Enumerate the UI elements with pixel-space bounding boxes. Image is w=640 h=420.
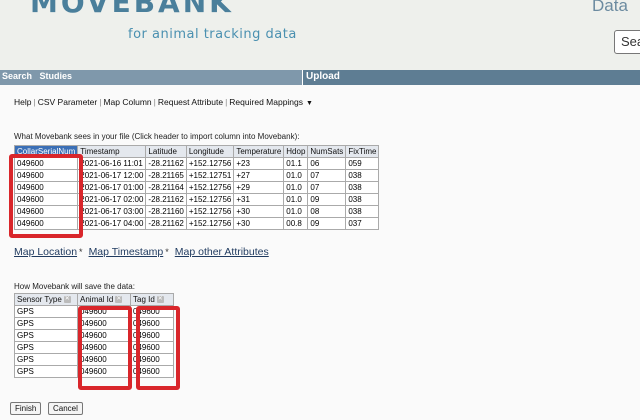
column-header-numsats[interactable]: NumSats bbox=[307, 145, 347, 158]
table-cell: 2021-06-17 03:00 bbox=[77, 205, 147, 218]
map-other-attributes-link[interactable]: Map other Attributes bbox=[175, 246, 269, 258]
table-cell: 01.0 bbox=[283, 193, 309, 206]
table-cell: -28.21162 bbox=[145, 157, 187, 170]
upload-title: Upload bbox=[306, 71, 340, 82]
column-header-timestamp[interactable]: Timestamp bbox=[77, 145, 147, 158]
upload-title-bar: Upload bbox=[302, 70, 640, 85]
table-cell: 059 bbox=[345, 157, 380, 170]
tagline: for animal tracking data bbox=[128, 27, 297, 42]
table-cell: 01.1 bbox=[283, 157, 309, 170]
nav-studies[interactable]: Studies bbox=[40, 71, 73, 81]
remove-column-icon[interactable]: ✕ bbox=[63, 296, 71, 304]
column-header-longitude[interactable]: Longitude bbox=[185, 145, 235, 158]
table-cell: -28.21162 bbox=[145, 217, 187, 230]
menu-required-mappings[interactable]: Required Mappings bbox=[229, 97, 303, 107]
table-cell: 01.0 bbox=[283, 205, 309, 218]
search-input[interactable]: Sea bbox=[614, 30, 640, 54]
nav-links: Search Studies bbox=[2, 71, 77, 81]
menu-map-column[interactable]: Map Column bbox=[103, 97, 151, 107]
save-section-label: How Movebank will save the data: bbox=[14, 282, 135, 291]
column-header-latitude[interactable]: Latitude bbox=[145, 145, 187, 158]
table-cell: +27 bbox=[233, 169, 285, 182]
table-cell: +152.12756 bbox=[185, 193, 235, 206]
menu-help[interactable]: Help bbox=[14, 97, 31, 107]
table-cell: -28.21162 bbox=[145, 193, 187, 206]
table-cell: 038 bbox=[345, 205, 380, 218]
table-cell: -28.21165 bbox=[145, 169, 187, 182]
upload-menu: Help | CSV Parameter | Map Column | Request At… bbox=[14, 97, 313, 107]
table-cell: 09 bbox=[307, 193, 347, 206]
table-cell: GPS bbox=[14, 365, 78, 378]
highlight-box-tag-id bbox=[136, 306, 180, 390]
table-cell: 00.8 bbox=[283, 217, 309, 230]
table-cell: 2021-06-17 12:00 bbox=[77, 169, 147, 182]
menu-csv-parameter[interactable]: CSV Parameter bbox=[38, 97, 98, 107]
table-cell: 08 bbox=[307, 205, 347, 218]
menu-request-attribute[interactable]: Request Attribute bbox=[158, 97, 223, 107]
table-cell: 01.0 bbox=[283, 181, 309, 194]
finish-button[interactable]: Finish bbox=[10, 402, 42, 415]
table-cell: +29 bbox=[233, 181, 285, 194]
table-cell: GPS bbox=[14, 317, 78, 330]
table-cell: 2021-06-16 11:01 bbox=[77, 157, 147, 170]
required-star: * bbox=[165, 247, 169, 257]
column-header-fixtime[interactable]: FixTime bbox=[345, 145, 380, 158]
required-star: * bbox=[79, 247, 83, 257]
table-cell: GPS bbox=[14, 341, 78, 354]
table-cell: +152.12751 bbox=[185, 169, 235, 182]
column-header-hdop[interactable]: Hdop bbox=[283, 145, 309, 158]
map-links: Map Location * Map Timestamp * Map other Att… bbox=[14, 246, 271, 258]
remove-column-icon[interactable]: ✕ bbox=[115, 296, 123, 304]
table-cell: 07 bbox=[307, 169, 347, 182]
map-timestamp-link[interactable]: Map Timestamp bbox=[89, 246, 164, 258]
table-cell: +23 bbox=[233, 157, 285, 170]
table-cell: -28.21160 bbox=[145, 205, 187, 218]
movebank-logo[interactable]: MOVEBANK bbox=[30, 0, 234, 19]
table-cell: GPS bbox=[14, 305, 78, 318]
table-cell: -28.21164 bbox=[145, 181, 187, 194]
data-menu-link[interactable]: Data bbox=[592, 0, 628, 16]
table-cell: 038 bbox=[345, 193, 380, 206]
remove-column-icon[interactable]: ✕ bbox=[156, 296, 164, 304]
file-section-label: What Movebank sees in your file (Click h… bbox=[14, 132, 300, 141]
table-cell: +152.12756 bbox=[185, 217, 235, 230]
table-cell: +30 bbox=[233, 217, 285, 230]
table-cell: GPS bbox=[14, 353, 78, 366]
nav-search[interactable]: Search bbox=[2, 71, 32, 81]
table-cell: +152.12756 bbox=[185, 181, 235, 194]
table-cell: +31 bbox=[233, 193, 285, 206]
table-cell: 037 bbox=[345, 217, 380, 230]
table-cell: GPS bbox=[14, 329, 78, 342]
table-cell: 2021-06-17 01:00 bbox=[77, 181, 147, 194]
column-header-sensor-type: Sensor Type ✕ bbox=[14, 293, 78, 306]
table-cell: 06 bbox=[307, 157, 347, 170]
table-cell: 2021-06-17 04:00 bbox=[77, 217, 147, 230]
table-cell: 01.0 bbox=[283, 169, 309, 182]
dropdown-arrow-icon[interactable]: ▼ bbox=[306, 100, 313, 107]
highlight-box-collar-column bbox=[9, 154, 83, 238]
table-cell: 038 bbox=[345, 169, 380, 182]
table-cell: +152.12756 bbox=[185, 205, 235, 218]
table-cell: 09 bbox=[307, 217, 347, 230]
logo-text: MOVEBANK bbox=[30, 0, 234, 19]
table-cell: +152.12756 bbox=[185, 157, 235, 170]
column-header-tag-id: Tag Id ✕ bbox=[130, 293, 174, 306]
table-cell: 2021-06-17 02:00 bbox=[77, 193, 147, 206]
cancel-button[interactable]: Cancel bbox=[48, 402, 83, 415]
table-cell: +30 bbox=[233, 205, 285, 218]
table-cell: 07 bbox=[307, 181, 347, 194]
highlight-box-animal-id bbox=[78, 306, 132, 390]
column-header-temperature[interactable]: Temperature bbox=[233, 145, 285, 158]
column-header-animal-id: Animal Id ✕ bbox=[77, 293, 131, 306]
map-location-link[interactable]: Map Location bbox=[14, 246, 77, 258]
table-cell: 038 bbox=[345, 181, 380, 194]
